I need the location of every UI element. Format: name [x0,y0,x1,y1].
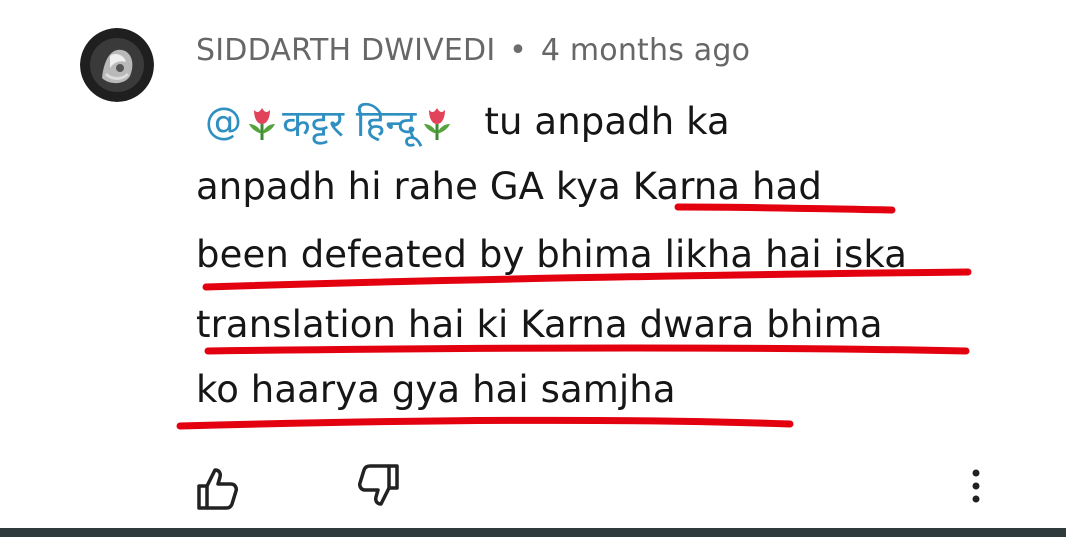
thumbs-up-icon[interactable] [193,464,241,512]
mention-name: कट्टर हिन्दू [282,102,417,145]
comment-line-5: ko haarya gya hai samjha [196,368,676,411]
comment-header: SIDDARTH DWIVEDI • 4 months ago [196,33,750,68]
comment-text: tu anpadh ka [484,100,730,143]
underline-3 [204,344,970,355]
comment-avatar[interactable] [80,28,154,102]
header-separator: • [509,33,528,68]
mention-link[interactable]: @ कट्टर हिन्दू [205,96,457,147]
more-vertical-icon[interactable] [962,466,990,506]
bottom-edge-bar [0,528,1066,537]
flower-icon [249,107,276,140]
comment-time: 4 months ago [540,33,751,68]
underline-4 [176,416,794,430]
mention-prefix: @ [205,100,243,143]
comment-line-1: @ कट्टर हिन्दू tu anpadh ka [205,96,730,147]
flower-icon [423,107,450,140]
comment-line-2: anpadh hi rahe GA kya Karna had [196,165,822,208]
thumbs-down-icon[interactable] [355,462,403,510]
comment-line-4: translation hai ki Karna dwara bhima [196,303,883,346]
author-name[interactable]: SIDDARTH DWIVEDI [196,33,495,68]
comment-line-3: been defeated by bhima likha hai iska [196,233,908,276]
